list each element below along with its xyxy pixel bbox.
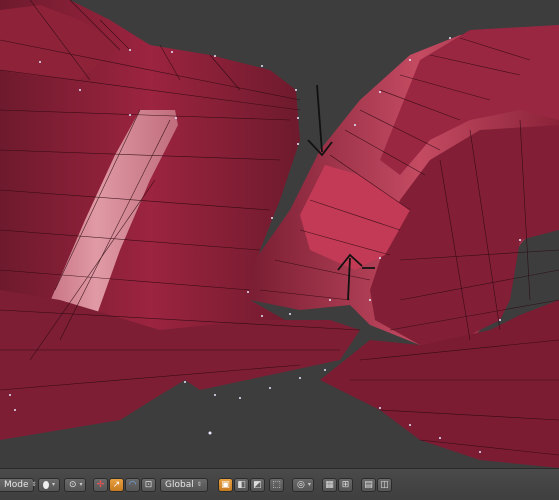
- mesh-view: [0, 0, 559, 468]
- pivot-point-dropdown[interactable]: ⊙ ▾: [64, 477, 86, 492]
- scale-button[interactable]: ⊡: [141, 477, 156, 492]
- render-button[interactable]: ▤: [361, 477, 376, 492]
- viewport-shading-icon: [43, 480, 49, 489]
- up-down-arrow-icon: ⇕: [31, 480, 37, 488]
- face-select-button[interactable]: ◩: [250, 477, 265, 492]
- proportional-edit-icon: ◎: [297, 479, 305, 490]
- mode-dropdown[interactable]: Mode ⇕: [0, 477, 37, 492]
- manipulator-toggle-button[interactable]: ✢: [93, 477, 108, 492]
- chevron-down-icon: ▾: [307, 480, 311, 488]
- chevron-down-icon: ▾: [79, 480, 83, 488]
- rotate-icon: ◠: [128, 479, 137, 490]
- select-mode-group: ▣ ◧ ◩: [218, 477, 265, 492]
- render-animation-button[interactable]: ◫: [377, 477, 392, 492]
- snap-icon: ⊞: [341, 479, 350, 490]
- snap-element-icon: ▦: [325, 479, 334, 490]
- pivot-point-icon: ⊙: [69, 479, 77, 490]
- chevron-down-icon: ▾: [51, 480, 55, 488]
- snap-toggle-button[interactable]: ⊞: [338, 477, 353, 492]
- scale-icon: ⊡: [144, 479, 153, 490]
- viewport-shading-dropdown[interactable]: ▾: [38, 477, 60, 492]
- occlude-geometry-button[interactable]: ⬚: [269, 477, 284, 492]
- 3d-view-header: Mode ⇕ ▾ ⊙ ▾ ✢ ↗ ◠ ⊡ Global ⇕ ▣ ◧ ◩ ⬚ ◎ …: [0, 468, 559, 500]
- edge-select-icon: ◧: [237, 479, 246, 490]
- snap-group: ▦ ⊞: [322, 477, 353, 492]
- occlude-geometry-icon: ⬚: [272, 479, 281, 490]
- render-animation-icon: ◫: [380, 479, 389, 490]
- orientation-label: Global: [165, 479, 194, 490]
- edge-select-button[interactable]: ◧: [234, 477, 249, 492]
- render-group: ▤ ◫: [361, 477, 392, 492]
- 3d-viewport[interactable]: [0, 0, 559, 468]
- snap-element-button[interactable]: ▦: [322, 477, 337, 492]
- proportional-edit-dropdown[interactable]: ◎ ▾: [292, 477, 314, 492]
- vertex-select-button[interactable]: ▣: [218, 477, 233, 492]
- translate-icon: ↗: [112, 479, 121, 490]
- up-down-arrow-icon: ⇕: [196, 480, 202, 488]
- face-select-icon: ◩: [253, 479, 262, 490]
- mode-label: Mode: [4, 479, 29, 490]
- render-icon: ▤: [364, 479, 373, 490]
- vertex-select-icon: ▣: [221, 479, 230, 490]
- transform-orientation-dropdown[interactable]: Global ⇕: [160, 477, 208, 492]
- manipulator-icon: ✢: [96, 479, 105, 490]
- translate-button[interactable]: ↗: [109, 477, 124, 492]
- manipulator-group: ✢ ↗ ◠ ⊡: [93, 477, 156, 492]
- rotate-button[interactable]: ◠: [125, 477, 140, 492]
